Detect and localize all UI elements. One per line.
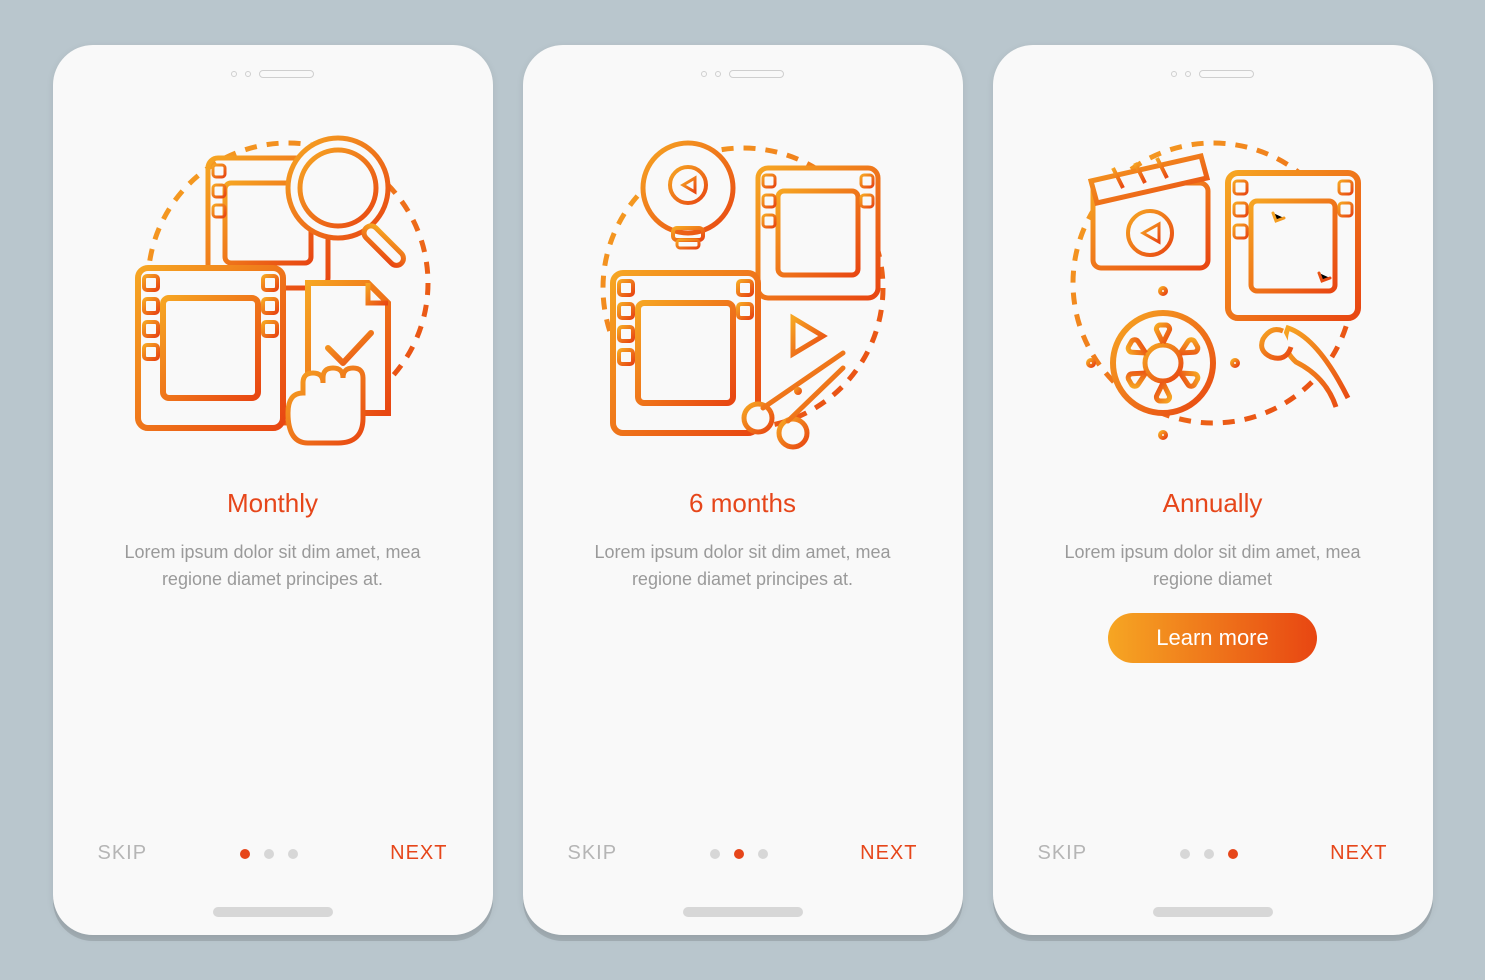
screen-title: Annually (1163, 488, 1263, 519)
learn-more-button[interactable]: Learn more (1108, 613, 1317, 663)
clapper-gear-brush-icon (1048, 108, 1378, 458)
phone-hardware-row (701, 70, 784, 78)
film-bulb-scissors-icon (578, 108, 908, 458)
phone-hardware-row (1171, 70, 1254, 78)
pagination-dots (1180, 849, 1238, 859)
dot-2[interactable] (1204, 849, 1214, 859)
dot-2[interactable] (734, 849, 744, 859)
next-button[interactable]: NEXT (860, 842, 917, 865)
dot-1[interactable] (1180, 849, 1190, 859)
dot-3[interactable] (288, 849, 298, 859)
screen-title: 6 months (689, 488, 796, 519)
dot-1[interactable] (240, 849, 250, 859)
dot-3[interactable] (1228, 849, 1238, 859)
skip-button[interactable]: SKIP (98, 842, 148, 865)
skip-button[interactable]: SKIP (568, 842, 618, 865)
skip-button[interactable]: SKIP (1038, 842, 1088, 865)
screen-title: Monthly (227, 488, 318, 519)
screen-description: Lorem ipsum dolor sit dim amet, mea regi… (1043, 539, 1383, 593)
next-button[interactable]: NEXT (1330, 842, 1387, 865)
dot-3[interactable] (758, 849, 768, 859)
onboarding-screen-2: 6 months Lorem ipsum dolor sit dim amet,… (523, 45, 963, 935)
dot-2[interactable] (264, 849, 274, 859)
home-indicator (683, 907, 803, 917)
dot-1[interactable] (710, 849, 720, 859)
screen-description: Lorem ipsum dolor sit dim amet, mea regi… (103, 539, 443, 593)
onboarding-screen-3: Annually Lorem ipsum dolor sit dim amet,… (993, 45, 1433, 935)
home-indicator (213, 907, 333, 917)
onboarding-screen-1: Monthly Lorem ipsum dolor sit dim amet, … (53, 45, 493, 935)
screen-description: Lorem ipsum dolor sit dim amet, mea regi… (573, 539, 913, 593)
home-indicator (1153, 907, 1273, 917)
phone-hardware-row (231, 70, 314, 78)
film-search-check-icon (108, 108, 438, 458)
next-button[interactable]: NEXT (390, 842, 447, 865)
pagination-dots (240, 849, 298, 859)
pagination-dots (710, 849, 768, 859)
